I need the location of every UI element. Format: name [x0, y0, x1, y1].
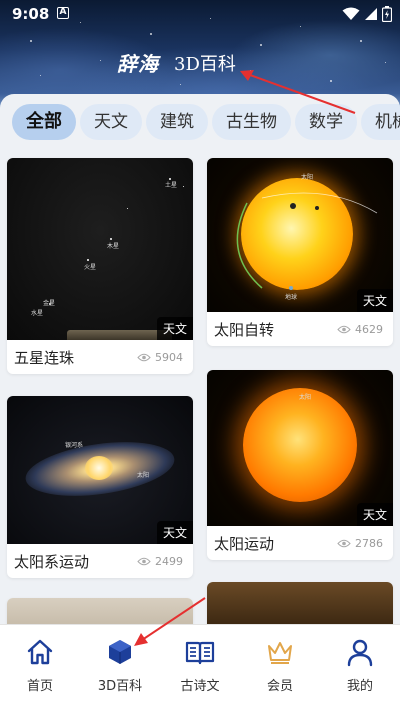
card-partial-left[interactable] — [7, 598, 193, 624]
view-count-value: 4629 — [355, 323, 383, 336]
nav-poetry-label: 古诗文 — [180, 679, 220, 694]
card-image: 银河系 太阳 天文 — [7, 396, 193, 544]
nav-classical-poetry[interactable]: 古诗文 — [160, 625, 240, 710]
card-title: 五星连珠 — [14, 349, 75, 367]
planet-label: 金星 — [43, 300, 56, 307]
view-count: 2499 — [137, 555, 183, 568]
nav-3d-encyclopedia[interactable]: 3D百科 — [80, 625, 160, 710]
nav-3d-label: 3D百科 — [97, 679, 143, 694]
nav-profile[interactable]: 我的 — [320, 625, 400, 710]
card-image: 土星 木星 火星 金星 水星 天文 — [7, 158, 193, 340]
category-badge: 天文 — [356, 289, 393, 312]
card-solar-system-motion[interactable]: 银河系 太阳 天文 太阳系运动 2499 — [7, 396, 193, 578]
card-five-planets[interactable]: 土星 木星 火星 金星 水星 天文 五星连珠 5904 — [7, 158, 193, 374]
person-icon — [347, 639, 373, 667]
crown-icon — [268, 642, 292, 664]
galaxy-label: 银河系 — [65, 442, 84, 449]
earth-label: 地球 — [285, 294, 298, 301]
cube-icon — [109, 640, 131, 664]
card-image — [7, 598, 193, 624]
card-title: 太阳自转 — [214, 321, 275, 339]
view-count-value: 5904 — [155, 351, 183, 364]
sun-graphic — [243, 388, 357, 502]
tab-paleontology[interactable]: 古生物 — [212, 104, 291, 140]
nav-membership-label: 会员 — [266, 679, 293, 694]
category-badge: 天文 — [356, 503, 393, 526]
planet-label: 火星 — [84, 264, 97, 271]
card-partial-right[interactable] — [207, 582, 393, 624]
signal-icon — [365, 8, 377, 20]
card-title: 太阳系运动 — [14, 553, 90, 571]
view-count: 2786 — [337, 537, 383, 550]
tab-machinery[interactable]: 机械 — [361, 104, 400, 140]
home-icon — [27, 639, 53, 665]
view-count-value: 2786 — [355, 537, 383, 550]
bottom-navigation: 首页 3D百科 古诗文 会员 我的 — [0, 624, 400, 710]
wifi-icon — [342, 7, 360, 20]
sun-label: 太阳 — [137, 472, 150, 479]
notification-a-icon: A — [57, 7, 69, 19]
planet-label: 土星 — [165, 182, 178, 189]
battery-icon — [382, 6, 392, 22]
planet-label: 木星 — [107, 243, 120, 250]
app-brand: 辞海 3D百科 — [117, 48, 236, 77]
tab-astronomy[interactable]: 天文 — [80, 104, 142, 140]
page-title: 3D百科 — [174, 53, 236, 75]
eye-icon — [137, 353, 151, 362]
nav-home-label: 首页 — [26, 679, 53, 694]
content-panel: 全部 天文 建筑 古生物 数学 机械 土星 木星 火星 金星 水星 天文 五 — [0, 94, 400, 624]
view-count: 5904 — [137, 351, 183, 364]
galaxy-core — [85, 456, 113, 480]
category-tabs: 全部 天文 建筑 古生物 数学 机械 — [12, 104, 400, 142]
status-bar: 9:08 A — [0, 0, 400, 28]
card-image — [207, 582, 393, 624]
planet-label: 水星 — [31, 310, 44, 317]
eye-icon — [137, 557, 151, 566]
nav-home[interactable]: 首页 — [0, 625, 80, 710]
nav-membership[interactable]: 会员 — [240, 625, 320, 710]
eye-icon — [337, 325, 351, 334]
nav-profile-label: 我的 — [346, 679, 373, 694]
tab-architecture[interactable]: 建筑 — [146, 104, 208, 140]
tab-math[interactable]: 数学 — [295, 104, 357, 140]
card-title: 太阳运动 — [214, 535, 275, 553]
tab-all[interactable]: 全部 — [12, 104, 76, 140]
card-sun-rotation[interactable]: 太阳 地球 天文 太阳自转 4629 — [207, 158, 393, 346]
sun-label: 太阳 — [301, 174, 314, 181]
category-badge: 天文 — [156, 317, 193, 340]
card-sun-motion[interactable]: 太阳 天文 太阳运动 2786 — [207, 370, 393, 560]
view-count-value: 2499 — [155, 555, 183, 568]
eye-icon — [337, 539, 351, 548]
category-badge: 天文 — [156, 521, 193, 544]
card-image: 太阳 天文 — [207, 370, 393, 526]
book-icon — [185, 641, 215, 665]
view-count: 4629 — [337, 323, 383, 336]
sun-label: 太阳 — [299, 394, 312, 401]
brand-logo: 辞海 — [117, 52, 159, 76]
status-time: 9:08 — [12, 5, 50, 23]
card-image: 太阳 地球 天文 — [207, 158, 393, 312]
